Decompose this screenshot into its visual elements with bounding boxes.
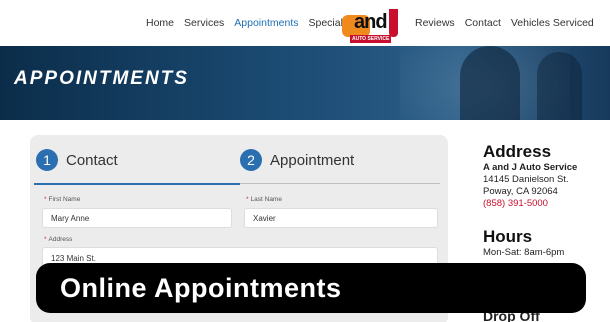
hero-person-silhouette: [460, 46, 520, 120]
contact-sidebar: Address A and J Auto Service 14145 Danie…: [483, 142, 610, 259]
first-name-field[interactable]: Mary Anne: [42, 208, 232, 228]
address-heading: Address: [483, 142, 552, 161]
hero-person-silhouette-2: [537, 52, 582, 120]
nav-left: Home Services Appointments Specials: [146, 0, 358, 46]
step-number-badge: 1: [36, 149, 58, 171]
page-title: APPOINTMENTS: [14, 68, 189, 89]
nav-services[interactable]: Services: [184, 17, 224, 29]
required-mark: *: [44, 196, 47, 203]
hours-line: Mon-Sat: 8am-6pm: [483, 247, 565, 258]
logo-text: and: [354, 11, 388, 33]
last-name-label: * Last Name: [246, 196, 282, 203]
step-divider: [240, 183, 440, 184]
phone-link[interactable]: (858) 391-5000: [483, 198, 610, 210]
company-logo[interactable]: and AUTO SERVICE: [342, 9, 400, 43]
last-name-field[interactable]: Xavier: [244, 208, 438, 228]
hours-heading: Hours: [483, 227, 533, 246]
step-label: Contact: [66, 151, 118, 169]
step-number-badge: 2: [240, 149, 262, 171]
nav-vehicles-serviced[interactable]: Vehicles Serviced: [511, 17, 594, 29]
required-mark: *: [44, 236, 47, 243]
address-label: * Address: [44, 236, 73, 243]
required-mark: *: [246, 196, 249, 203]
screenshot-frame: Home Services Appointments Specials and …: [0, 0, 610, 322]
step-contact-tab[interactable]: 1 Contact: [36, 149, 118, 171]
step-label: Appointment: [270, 151, 355, 169]
step-appointment-tab[interactable]: 2 Appointment: [240, 149, 354, 171]
city-state-zip: Poway, CA 92064: [483, 186, 558, 197]
nav-right: Reviews Contact Vehicles Serviced: [415, 0, 604, 46]
nav-home[interactable]: Home: [146, 17, 174, 29]
banner-text: Online Appointments: [60, 272, 342, 303]
first-name-label: * First Name: [44, 196, 81, 203]
nav-reviews[interactable]: Reviews: [415, 17, 455, 29]
logo-subtitle: AUTO SERVICE: [350, 35, 392, 43]
logo-red-j: [389, 9, 398, 37]
nav-contact[interactable]: Contact: [465, 17, 501, 29]
street-address: 14145 Danielson St.: [483, 174, 569, 185]
online-appointments-banner: Online Appointments: [36, 263, 586, 313]
nav-appointments[interactable]: Appointments: [234, 17, 298, 29]
business-name: A and J Auto Service: [483, 162, 578, 173]
top-navigation-bar: Home Services Appointments Specials and …: [0, 0, 610, 46]
active-step-indicator: [34, 183, 240, 185]
